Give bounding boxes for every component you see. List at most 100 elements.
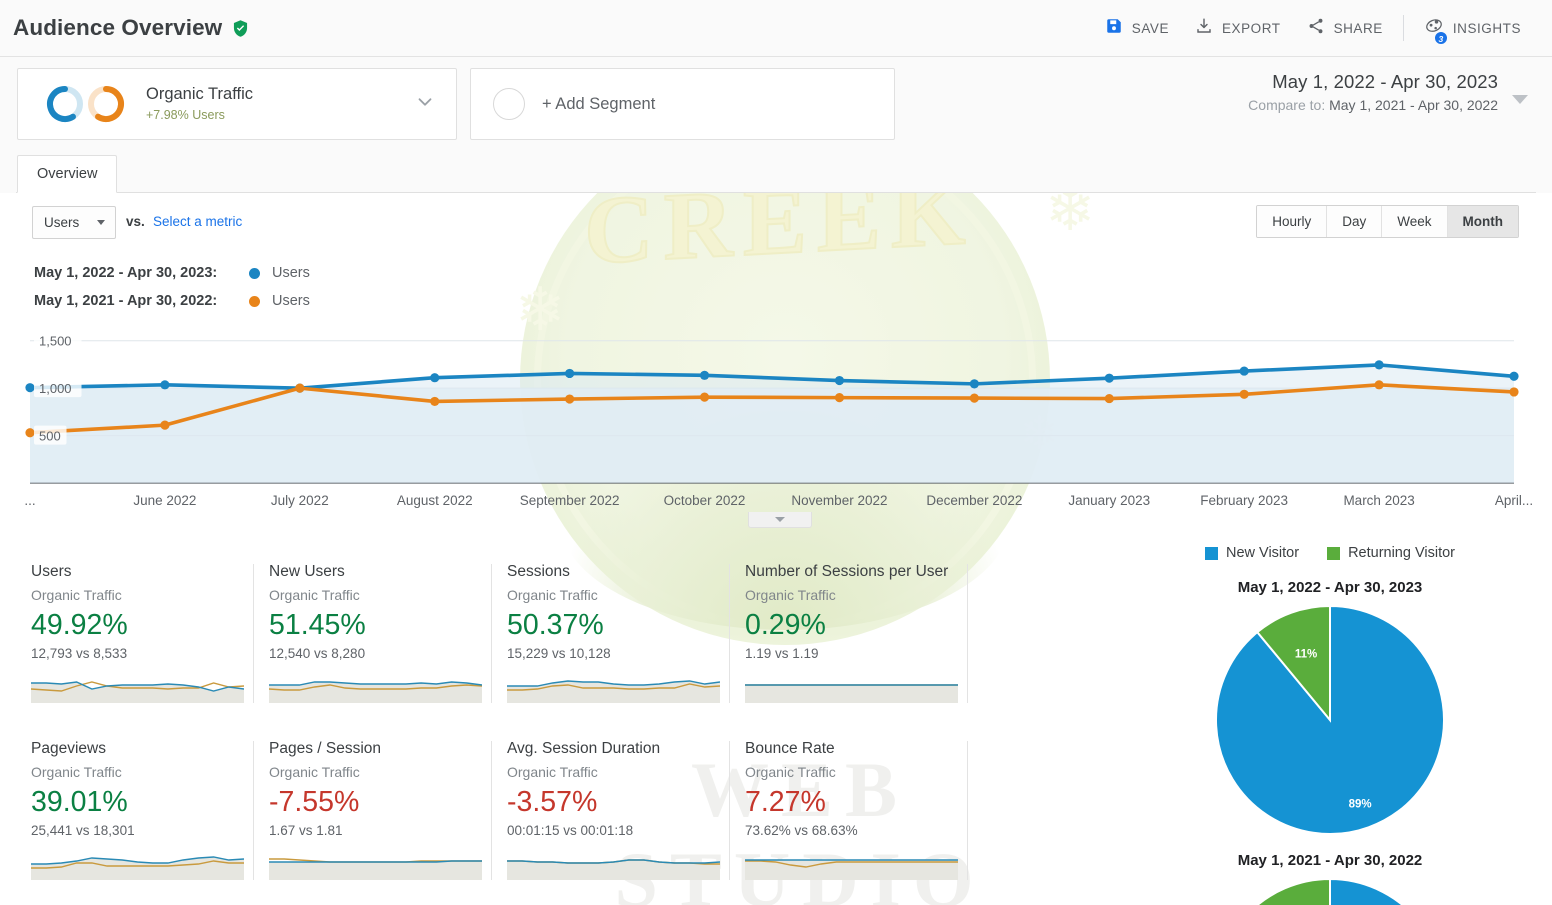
legend-dot-blue [249, 267, 260, 279]
insights-icon: 3 [1424, 16, 1448, 45]
export-button[interactable]: EXPORT [1182, 11, 1294, 46]
share-icon [1307, 17, 1325, 40]
metric-card-sessions-per-user[interactable]: Number of Sessions per User Organic Traf… [730, 560, 968, 715]
svg-text:August 2022: August 2022 [397, 493, 473, 508]
card-divider [967, 741, 968, 880]
granularity-month[interactable]: Month [1447, 206, 1518, 237]
caret-down-icon[interactable] [1512, 95, 1528, 104]
metric-cards: Users Organic Traffic 49.92% 12,793 vs 8… [16, 560, 1116, 892]
segment-bar: Organic Traffic +7.98% Users + Add Segme… [0, 57, 1552, 151]
legend-date-current: May 1, 2022 - Apr 30, 2023: [34, 265, 218, 281]
date-range-compare-prefix: Compare to: [1248, 97, 1330, 113]
header-actions: SAVE EXPORT SHARE 3 INSIGHTS [1092, 10, 1552, 47]
date-range-picker[interactable]: May 1, 2022 - Apr 30, 2023 Compare to: M… [1248, 69, 1532, 115]
segment-donut-icons [43, 82, 128, 126]
card-percent: 7.27% [745, 786, 826, 818]
tab-overview-label: Overview [37, 166, 98, 182]
card-title: Sessions [507, 563, 570, 580]
line-chart-svg[interactable]: 500 1,000 1,500... June 2022 July 2022 August… [16, 311, 1536, 511]
chart-legend: May 1, 2022 - Apr 30, 2023: Users May 1,… [34, 259, 310, 315]
tab-overview[interactable]: Overview [17, 155, 118, 193]
date-range-primary: May 1, 2022 - Apr 30, 2023 [1272, 71, 1498, 92]
card-sparkline [507, 859, 720, 880]
granularity-day[interactable]: Day [1327, 206, 1383, 237]
segment-subtitle: +7.98% Users [146, 108, 225, 122]
svg-text:89%: 89% [1349, 799, 1372, 811]
card-title: Users [31, 563, 72, 580]
export-label: EXPORT [1222, 20, 1281, 36]
card-comparison: 73.62% vs 68.63% [745, 823, 858, 838]
pie-caption-current: May 1, 2022 - Apr 30, 2023 [1237, 579, 1423, 596]
visitor-type-panel: New Visitor Returning Visitor May 1, 202… [1120, 545, 1540, 905]
pie-chart-previous[interactable] [1214, 877, 1446, 905]
card-comparison: 15,229 vs 10,128 [507, 646, 611, 661]
card-segment: Organic Traffic [269, 764, 360, 780]
card-percent: 51.45% [269, 609, 366, 641]
granularity-hourly[interactable]: Hourly [1257, 206, 1328, 237]
svg-text:April...: April... [1495, 493, 1533, 508]
page-title: Audience Overview [13, 15, 223, 40]
insights-button[interactable]: 3 INSIGHTS [1411, 10, 1534, 47]
card-sparkline [745, 684, 958, 703]
card-comparison: 25,441 vs 18,301 [31, 823, 135, 838]
select-a-metric-link[interactable]: Select a metric [153, 214, 242, 229]
card-percent: 0.29% [745, 609, 826, 641]
card-title: Pageviews [31, 740, 106, 757]
metric-card-bounce-rate[interactable]: Bounce Rate Organic Traffic 7.27% 73.62%… [730, 737, 968, 892]
save-icon [1105, 17, 1123, 40]
metric-card-row-1: Users Organic Traffic 49.92% 12,793 vs 8… [16, 560, 1116, 715]
chevron-down-icon [97, 220, 105, 225]
metric-card-pageviews[interactable]: Pageviews Organic Traffic 39.01% 25,441 … [16, 737, 254, 892]
metric-select[interactable]: Users [32, 206, 116, 239]
card-title: Pages / Session [269, 740, 382, 757]
card-title: Bounce Rate [745, 740, 835, 757]
svg-text:June 2022: June 2022 [133, 493, 196, 508]
card-segment: Organic Traffic [31, 764, 122, 780]
vs-label: vs. [126, 214, 145, 229]
card-comparison: 1.67 vs 1.81 [269, 823, 343, 838]
card-title: New Users [269, 563, 345, 580]
pie-caption-previous: May 1, 2021 - Apr 30, 2022 [1237, 852, 1423, 869]
chart-collapse-handle[interactable] [748, 512, 812, 528]
add-segment-label: + Add Segment [542, 94, 656, 113]
chevron-down-icon [775, 517, 785, 522]
pie-legend-new-visitor[interactable]: New Visitor [1205, 545, 1299, 561]
card-segment: Organic Traffic [507, 764, 598, 780]
granularity-week[interactable]: Week [1382, 206, 1448, 237]
add-segment-circle-icon [493, 88, 525, 120]
metric-card-row-2: Pageviews Organic Traffic 39.01% 25,441 … [16, 737, 1116, 892]
metric-card-sessions[interactable]: Sessions Organic Traffic 50.37% 15,229 v… [492, 560, 730, 715]
chevron-down-icon[interactable] [414, 91, 436, 118]
metric-card-new-users[interactable]: New Users Organic Traffic 51.45% 12,540 … [254, 560, 492, 715]
legend-swatch-blue [1205, 546, 1218, 560]
metric-card-avg-session-duration[interactable]: Avg. Session Duration Organic Traffic -3… [492, 737, 730, 892]
header-divider [1402, 15, 1404, 41]
pie-legend-label: Returning Visitor [1348, 545, 1455, 561]
svg-text:...: ... [24, 493, 35, 508]
card-comparison: 1.19 vs 1.19 [745, 646, 819, 661]
save-button[interactable]: SAVE [1092, 11, 1182, 46]
card-percent: 50.37% [507, 609, 604, 641]
metric-card-pages-per-session[interactable]: Pages / Session Organic Traffic -7.55% 1… [254, 737, 492, 892]
pie-chart-current[interactable]: 89% 11% [1214, 604, 1446, 836]
card-comparison: 00:01:15 vs 00:01:18 [507, 823, 634, 838]
insights-label: INSIGHTS [1452, 20, 1521, 36]
svg-text:July 2022: July 2022 [271, 493, 329, 508]
pie-legend-returning-visitor[interactable]: Returning Visitor [1327, 545, 1455, 561]
share-button[interactable]: SHARE [1294, 11, 1396, 46]
legend-metric-compare: Users [272, 293, 310, 309]
segment-organic-traffic[interactable]: Organic Traffic +7.98% Users [17, 68, 457, 140]
legend-metric-current: Users [272, 265, 310, 281]
add-segment-button[interactable]: + Add Segment [470, 68, 895, 140]
shield-check-icon [231, 19, 250, 38]
users-line-chart[interactable]: 500 1,000 1,500... June 2022 July 2022 August… [16, 311, 1536, 511]
card-title: Avg. Session Duration [507, 740, 661, 757]
date-range-compare-value: May 1, 2021 - Apr 30, 2022 [1329, 97, 1498, 113]
donut-blue-icon [47, 86, 83, 122]
metric-card-users[interactable]: Users Organic Traffic 49.92% 12,793 vs 8… [16, 560, 254, 715]
card-percent: 49.92% [31, 609, 128, 641]
legend-swatch-green [1327, 546, 1341, 560]
insights-badge: 3 [1433, 30, 1448, 45]
segment-text: Organic Traffic +7.98% Users [146, 84, 253, 124]
card-divider [967, 564, 968, 703]
